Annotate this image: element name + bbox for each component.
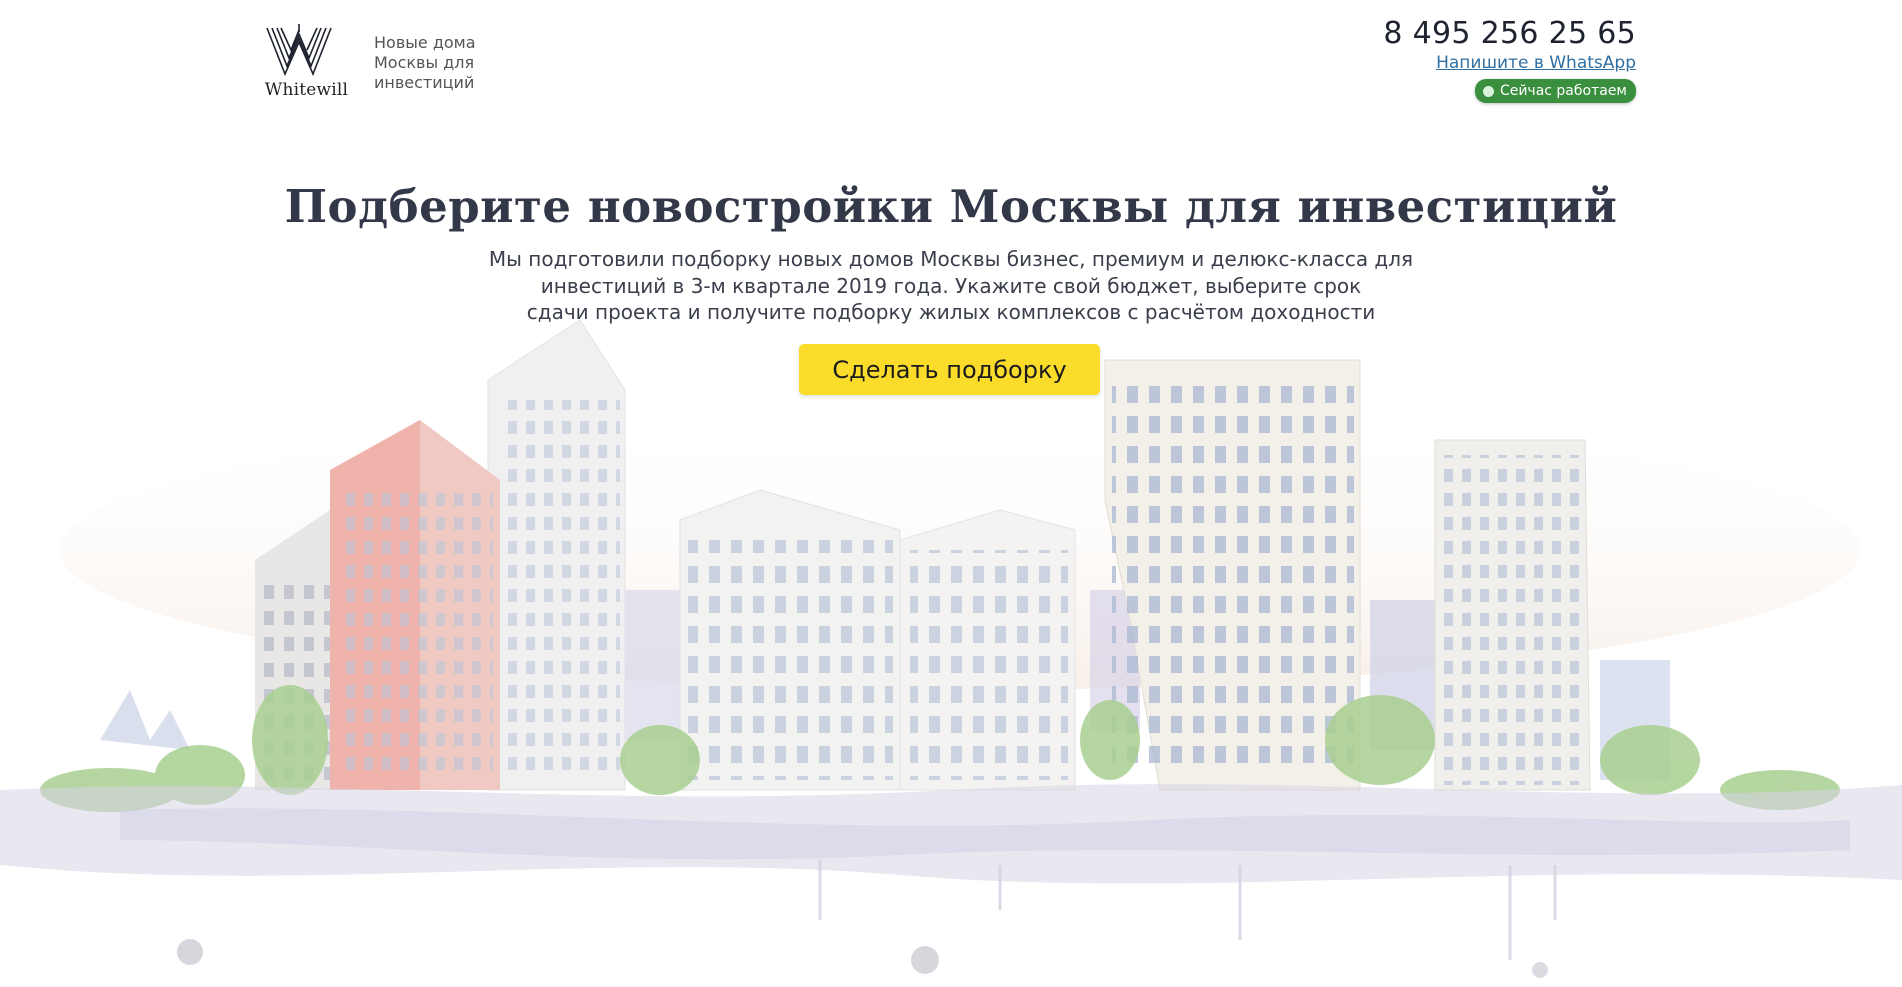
tagline-line: инвестиций bbox=[374, 73, 475, 92]
hero-description-line: сдачи проекта и получите подборку жилых … bbox=[526, 300, 1376, 324]
hero-description: Мы подготовили подборку новых домов Моск… bbox=[451, 246, 1451, 326]
site-tagline: Новые дома Москвы для инвестиций bbox=[374, 33, 514, 93]
contacts-block: 8 495 256 25 65 Напишите в WhatsApp Сейч… bbox=[1316, 16, 1636, 103]
status-dot-icon bbox=[1482, 85, 1494, 97]
whatsapp-link[interactable]: Напишите в WhatsApp bbox=[1316, 52, 1636, 74]
hero-description-line: инвестиций в 3-м квартале 2019 года. Ука… bbox=[540, 273, 1362, 298]
hero-description-line: Мы подготовили подборку новых домов Моск… bbox=[488, 247, 1414, 271]
page-title: Подберите новостройки Москвы для инвести… bbox=[284, 180, 1618, 233]
tagline-line: Москвы для bbox=[374, 53, 475, 72]
logo-wordmark: Whitewill bbox=[264, 80, 349, 100]
whitewill-logo-icon bbox=[266, 24, 332, 77]
make-selection-button[interactable]: Сделать подборку bbox=[799, 344, 1100, 395]
whitewill-logo[interactable]: Whitewill bbox=[259, 22, 354, 104]
phone-number-link[interactable]: 8 495 256 25 65 bbox=[1316, 16, 1636, 52]
status-badge-label: Сейчас работаем bbox=[1499, 83, 1627, 99]
tagline-line: Новые дома bbox=[374, 33, 476, 52]
status-badge: Сейчас работаем bbox=[1474, 79, 1636, 103]
city-illustration bbox=[0, 320, 1902, 978]
